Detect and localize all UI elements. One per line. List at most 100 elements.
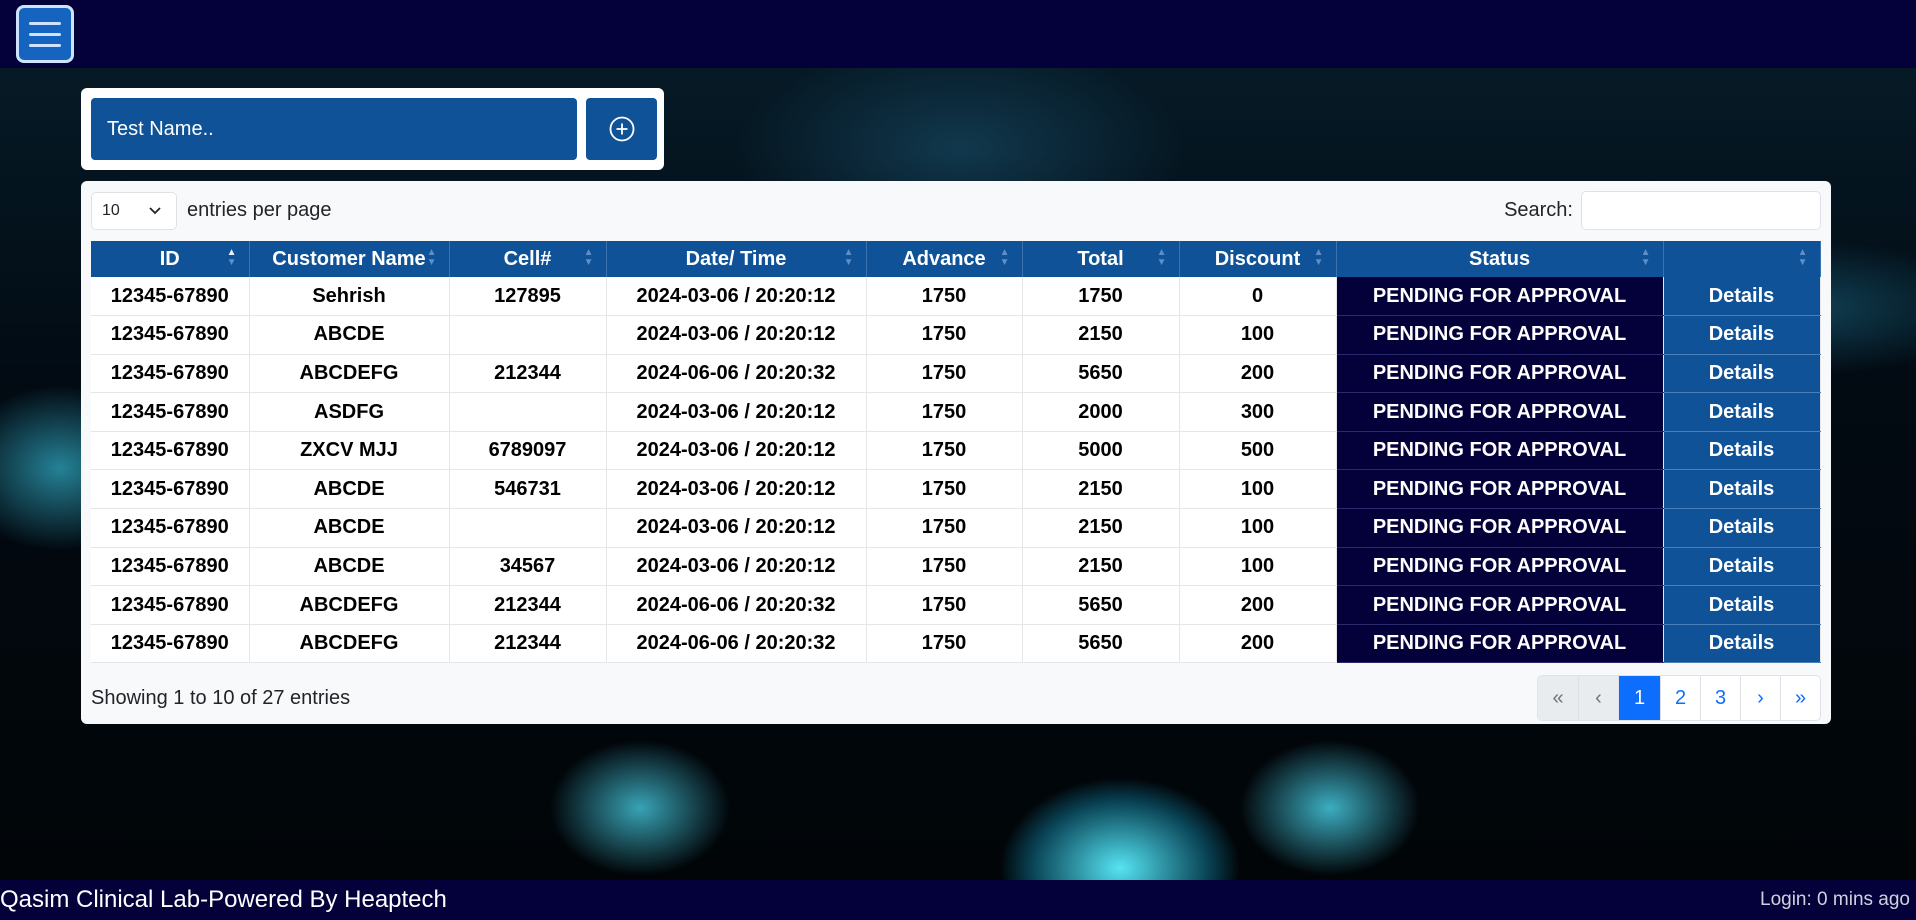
cell-id: 12345-67890	[91, 624, 250, 664]
cell-phone: 546731	[449, 469, 607, 510]
cell-total: 2150	[1022, 469, 1180, 510]
col-date-time-header[interactable]: Date/ Time ▲ ▼	[606, 241, 867, 277]
table-row: 12345-67890 ABCDEFG 212344 2024-06-06 / 20:…	[91, 354, 1821, 394]
cell-phone	[449, 315, 607, 355]
details-button[interactable]: Details	[1663, 585, 1821, 625]
header-label: Customer Name	[272, 247, 426, 270]
col-advance-header[interactable]: Advance ▲ ▼	[866, 241, 1023, 277]
page-2-button[interactable]: 2	[1660, 676, 1700, 720]
cell-date-time: 2024-03-06 / 20:20:12	[606, 277, 867, 317]
page-3-button[interactable]: 3	[1700, 676, 1740, 720]
status-badge: PENDING FOR APPROVAL	[1336, 585, 1664, 625]
sort-arrows-icon: ▲ ▼	[426, 247, 437, 268]
status-badge: PENDING FOR APPROVAL	[1336, 547, 1664, 587]
details-button[interactable]: Details	[1663, 315, 1821, 355]
cell-id: 12345-67890	[91, 547, 250, 587]
cell-total: 2150	[1022, 508, 1180, 548]
col-actions-header[interactable]: ▲ ▼	[1663, 241, 1821, 277]
cell-date-time: 2024-03-06 / 20:20:12	[606, 392, 867, 432]
details-button[interactable]: Details	[1663, 431, 1821, 471]
cell-advance: 1750	[866, 624, 1023, 664]
details-button[interactable]: Details	[1663, 277, 1821, 317]
sort-arrows-icon: ▲ ▼	[583, 247, 594, 268]
cell-id: 12345-67890	[91, 315, 250, 355]
sort-arrows-icon: ▲ ▼	[1797, 247, 1808, 268]
cell-customer-name: ABCDE	[249, 547, 450, 587]
status-badge: PENDING FOR APPROVAL	[1336, 431, 1664, 471]
cell-discount: 500	[1179, 431, 1337, 471]
plus-circle-icon	[609, 116, 634, 142]
next-page-button[interactable]: ›	[1740, 676, 1780, 720]
prev-page-button[interactable]: ‹	[1578, 676, 1618, 720]
first-page-button[interactable]: «	[1538, 676, 1578, 720]
col-status-header[interactable]: Status ▲ ▼	[1336, 241, 1664, 277]
hamburger-menu-icon[interactable]	[16, 5, 74, 63]
footer: Qasim Clinical Lab-Powered By Heaptech L…	[0, 880, 1916, 920]
sort-arrows-icon: ▲ ▼	[226, 247, 237, 268]
cell-customer-name: ABCDEFG	[249, 354, 450, 394]
col-id-header[interactable]: ID ▲ ▼	[91, 241, 250, 277]
pagination: « ‹ 1 2 3 › »	[1537, 675, 1821, 721]
cell-total: 2150	[1022, 315, 1180, 355]
cell-id: 12345-67890	[91, 508, 250, 548]
cell-discount: 100	[1179, 508, 1337, 548]
cell-phone: 212344	[449, 624, 607, 664]
cell-discount: 100	[1179, 469, 1337, 510]
cell-advance: 1750	[866, 354, 1023, 394]
status-badge: PENDING FOR APPROVAL	[1336, 277, 1664, 317]
test-name-input[interactable]	[91, 98, 577, 160]
login-status: Login: 0 mins ago	[1760, 889, 1910, 910]
table-row: 12345-67890 ABCDE 2024-03-06 / 20:20:12 175…	[91, 315, 1821, 355]
cell-total: 5650	[1022, 624, 1180, 664]
header-label: ID	[159, 247, 180, 270]
status-badge: PENDING FOR APPROVAL	[1336, 392, 1664, 432]
details-button[interactable]: Details	[1663, 354, 1821, 394]
cell-discount: 200	[1179, 624, 1337, 664]
last-page-button[interactable]: »	[1780, 676, 1820, 720]
cell-date-time: 2024-06-06 / 20:20:32	[606, 585, 867, 625]
cell-customer-name: ABCDEFG	[249, 585, 450, 625]
cell-date-time: 2024-03-06 / 20:20:12	[606, 508, 867, 548]
entries-per-page-value: 10	[102, 202, 120, 219]
cell-total: 2000	[1022, 392, 1180, 432]
table-row: 12345-67890 ABCDE 2024-03-06 / 20:20:12 175…	[91, 508, 1821, 548]
cell-total: 5650	[1022, 354, 1180, 394]
table-header-row: ID ▲ ▼ Customer Name ▲ ▼ Cell# ▲ ▼ Date/ Time ▲ ▼ Ad…	[91, 241, 1821, 277]
col-discount-header[interactable]: Discount ▲ ▼	[1179, 241, 1337, 277]
cell-advance: 1750	[866, 508, 1023, 548]
details-button[interactable]: Details	[1663, 469, 1821, 510]
col-customer-name-header[interactable]: Customer Name ▲ ▼	[249, 241, 450, 277]
details-button[interactable]: Details	[1663, 392, 1821, 432]
chevron-down-icon	[148, 193, 162, 242]
col-total-header[interactable]: Total ▲ ▼	[1022, 241, 1180, 277]
cell-advance: 1750	[866, 431, 1023, 471]
details-button[interactable]: Details	[1663, 547, 1821, 587]
search-label: Search:	[1504, 199, 1573, 221]
cell-advance: 1750	[866, 585, 1023, 625]
cell-id: 12345-67890	[91, 354, 250, 394]
status-badge: PENDING FOR APPROVAL	[1336, 508, 1664, 548]
cell-discount: 200	[1179, 585, 1337, 625]
header-label: Cell#	[503, 247, 552, 270]
cell-discount: 100	[1179, 315, 1337, 355]
cell-total: 2150	[1022, 547, 1180, 587]
table-search-input[interactable]	[1581, 191, 1821, 230]
details-button[interactable]: Details	[1663, 624, 1821, 664]
add-test-button[interactable]	[586, 98, 657, 160]
status-badge: PENDING FOR APPROVAL	[1336, 469, 1664, 510]
entries-per-page-select[interactable]: 10	[91, 192, 177, 230]
header-label: Total	[1077, 247, 1124, 270]
cell-phone: 212344	[449, 354, 607, 394]
status-badge: PENDING FOR APPROVAL	[1336, 315, 1664, 355]
cell-customer-name: ABCDE	[249, 508, 450, 548]
cell-date-time: 2024-03-06 / 20:20:12	[606, 547, 867, 587]
col-cell-header[interactable]: Cell# ▲ ▼	[449, 241, 607, 277]
header-label: Advance	[902, 247, 986, 270]
cell-discount: 0	[1179, 277, 1337, 317]
details-button[interactable]: Details	[1663, 508, 1821, 548]
page-1-button[interactable]: 1	[1618, 676, 1660, 720]
add-test-form	[81, 88, 664, 170]
cell-id: 12345-67890	[91, 585, 250, 625]
top-navbar	[0, 0, 1916, 68]
header-label: Status	[1468, 247, 1531, 270]
